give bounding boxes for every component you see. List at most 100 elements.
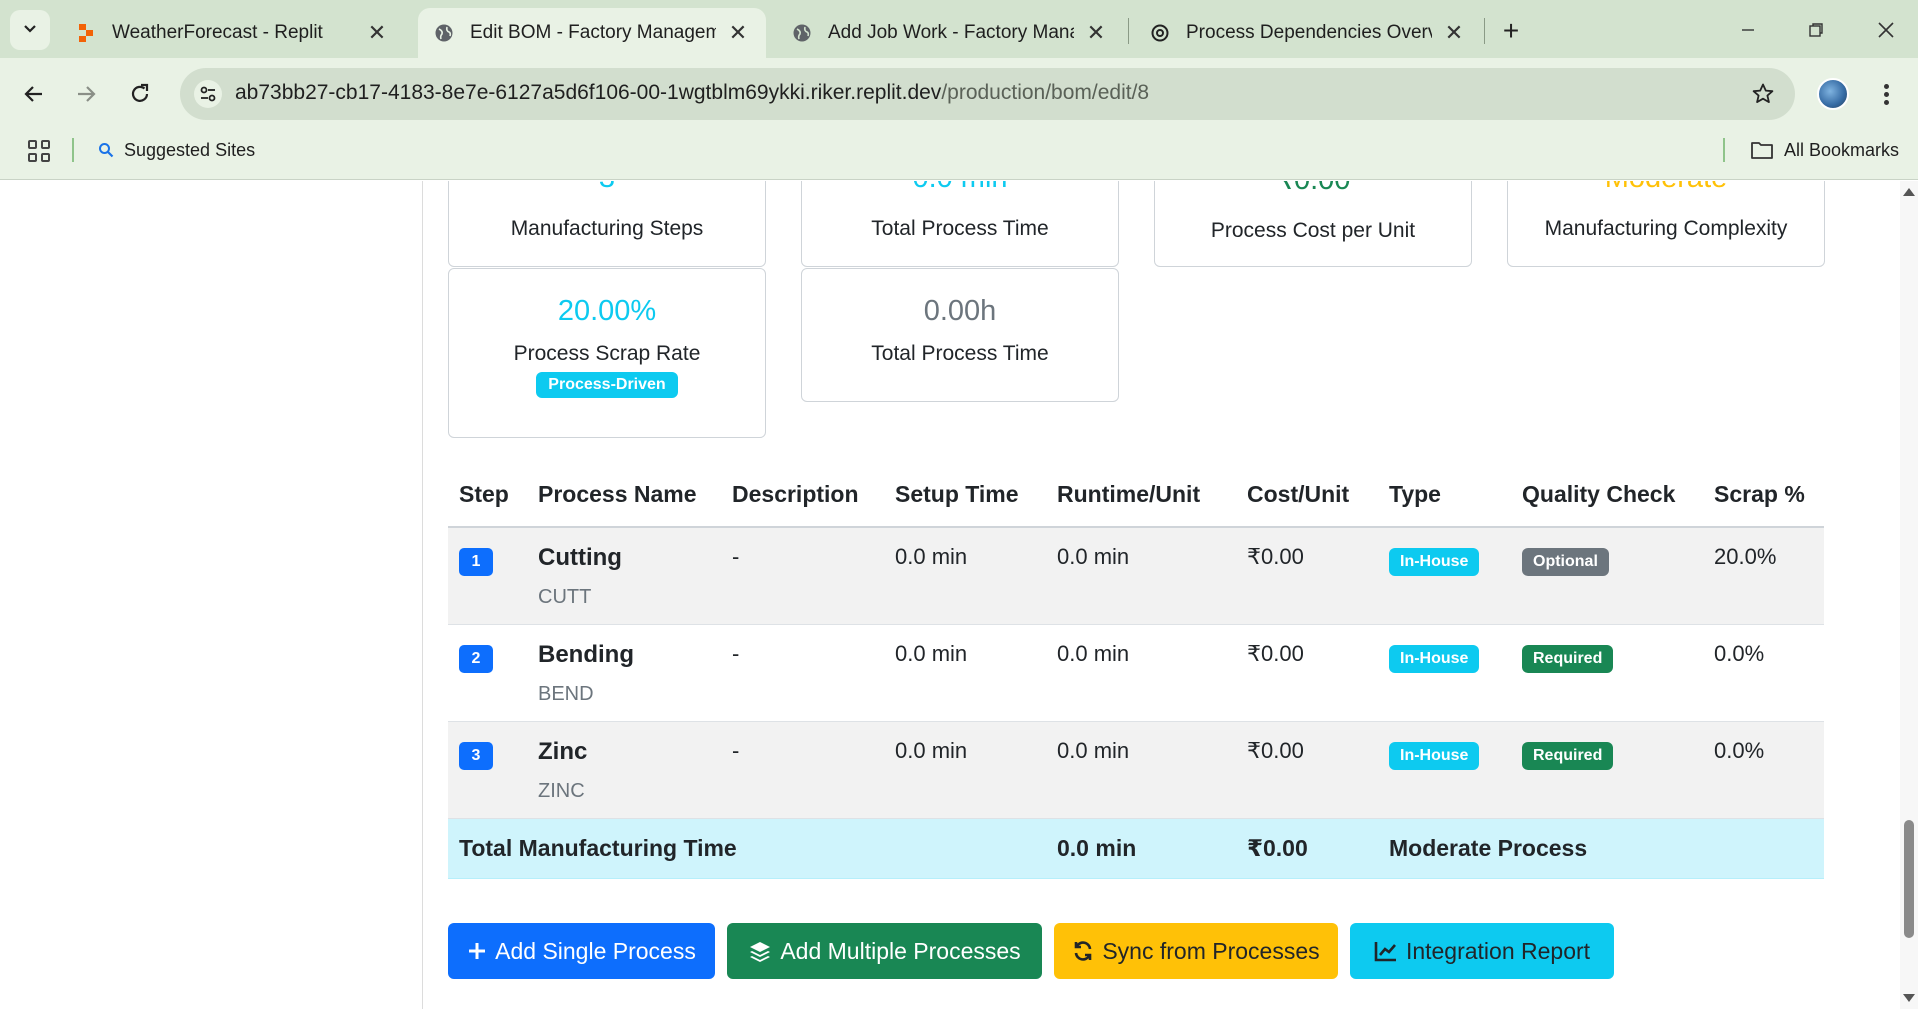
card-label: Manufacturing Steps <box>510 217 704 240</box>
col-type: Type <box>1378 463 1511 528</box>
card-label: Total Process Time <box>871 217 1049 240</box>
new-tab-plus-icon[interactable]: + <box>1494 14 1528 48</box>
total-label: Total Manufacturing Time <box>448 818 1046 879</box>
scrollbar-thumb[interactable] <box>1904 820 1914 938</box>
tab-title: Add Job Work - Factory Management <box>828 22 1074 43</box>
process-code: CUTT <box>538 586 592 608</box>
sync-from-processes-button[interactable]: Sync from Processes <box>1054 923 1338 979</box>
table-row: 3 Zinc ZINC - 0.0 min 0.0 min ₹0.00 In-Ho… <box>448 721 1824 819</box>
process-driven-badge: Process-Driven <box>536 372 678 398</box>
col-runtime-unit: Runtime/Unit <box>1046 463 1236 528</box>
step-number-badge: 3 <box>459 741 493 770</box>
tab-title: WeatherForecast - Replit <box>112 22 323 43</box>
scrap-percent: 0.0% <box>1703 624 1824 722</box>
cost-per-unit: ₹0.00 <box>1236 624 1378 722</box>
page-content: 3 Manufacturing Steps 0.0 min Total Proc… <box>0 181 1900 1009</box>
cost-per-unit: ₹0.00 <box>1236 527 1378 625</box>
card-label: Manufacturing Complexity <box>1544 217 1788 240</box>
total-runtime: 0.0 min <box>1046 818 1236 879</box>
more-menu-icon[interactable] <box>1876 78 1896 110</box>
process-name: Bending <box>538 640 634 668</box>
card-value: 20.00% <box>557 295 657 327</box>
tab-search-button[interactable] <box>10 10 50 50</box>
col-process-name: Process Name <box>527 463 721 528</box>
card-process-scrap-rate: 20.00% Process Scrap Rate Process-Driven <box>448 268 766 438</box>
minimize-icon[interactable] <box>1728 14 1768 46</box>
browser-toolbar: ab73bb27-cb17-4183-8e7e-6127a5d6f106-00-… <box>0 58 1918 132</box>
card-value: 0.00h <box>923 295 997 327</box>
tab-title: Edit BOM - Factory Management <box>470 22 716 43</box>
total-complexity: Moderate Process <box>1378 818 1824 879</box>
process-description: - <box>721 624 884 722</box>
url-text: ab73bb27-cb17-4183-8e7e-6127a5d6f106-00-… <box>235 81 1150 104</box>
card-manufacturing-complexity: Moderate Manufacturing Complexity <box>1507 181 1825 267</box>
add-multiple-processes-button[interactable]: Add Multiple Processes <box>727 923 1042 979</box>
address-bar[interactable]: ab73bb27-cb17-4183-8e7e-6127a5d6f106-00-… <box>180 68 1795 120</box>
sidebar-divider <box>422 181 423 1009</box>
bookmark-star-icon[interactable] <box>1749 80 1777 108</box>
type-badge: In-House <box>1389 741 1480 770</box>
replit-icon <box>76 23 96 43</box>
total-cost: ₹0.00 <box>1236 818 1378 879</box>
cost-per-unit: ₹0.00 <box>1236 721 1378 819</box>
card-label: Process Cost per Unit <box>1210 219 1416 242</box>
integration-report-button[interactable]: Integration Report <box>1350 923 1614 979</box>
card-label: Process Scrap Rate <box>513 342 701 365</box>
quality-check-badge: Optional <box>1522 548 1609 576</box>
close-icon[interactable]: ✕ <box>365 20 389 46</box>
bookmark-suggested-sites[interactable]: Suggested Sites <box>98 138 255 162</box>
chevron-down-icon <box>22 20 38 41</box>
card-value: ₹0.00 <box>1155 181 1471 197</box>
plus-icon <box>467 941 487 961</box>
line-chart-icon <box>1374 940 1398 962</box>
tab-process-dependencies[interactable]: Process Dependencies Overview ✕ <box>1134 8 1482 58</box>
globe-icon <box>434 23 454 43</box>
scroll-down-arrow-icon[interactable] <box>1903 994 1915 1002</box>
close-icon[interactable]: ✕ <box>1084 20 1108 46</box>
tab-add-job-work[interactable]: Add Job Work - Factory Management ✕ <box>776 8 1124 58</box>
card-total-process-hours: 0.00h Total Process Time <box>801 268 1119 402</box>
process-description: - <box>721 527 884 625</box>
step-number-badge: 2 <box>459 644 493 673</box>
table-row: 1 Cutting CUTT - 0.0 min 0.0 min ₹0.00 In… <box>448 527 1824 625</box>
bookmarks-bar <box>0 132 1918 180</box>
card-value: Moderate <box>1508 181 1824 195</box>
restore-icon[interactable] <box>1796 14 1836 46</box>
search-icon <box>98 142 114 158</box>
bookmark-all-bookmarks[interactable]: All Bookmarks <box>1750 138 1899 162</box>
tab-edit-bom[interactable]: Edit BOM - Factory Management ✕ <box>418 8 766 58</box>
tab-title: Process Dependencies Overview <box>1186 22 1432 43</box>
close-window-icon[interactable] <box>1866 14 1906 46</box>
type-badge: In-House <box>1389 644 1480 673</box>
type-badge: In-House <box>1389 548 1480 576</box>
col-description: Description <box>721 463 884 528</box>
scrap-percent: 0.0% <box>1703 721 1824 819</box>
add-single-process-button[interactable]: Add Single Process <box>448 923 715 979</box>
col-scrap: Scrap % <box>1703 463 1824 528</box>
reload-icon[interactable] <box>120 74 160 114</box>
table-header-row: Step Process Name Description Setup Time… <box>448 463 1824 528</box>
close-icon[interactable]: ✕ <box>726 20 750 46</box>
runtime-per-unit: 0.0 min <box>1046 721 1236 819</box>
folder-icon <box>1750 140 1774 160</box>
setup-time: 0.0 min <box>884 527 1046 625</box>
total-row: Total Manufacturing Time 0.0 min ₹0.00 M… <box>448 818 1824 879</box>
forward-arrow-icon[interactable] <box>66 74 106 114</box>
apps-grid-icon[interactable] <box>28 140 50 162</box>
table-row: 2 Bending BEND - 0.0 min 0.0 min ₹0.00 In… <box>448 624 1824 722</box>
card-label: Total Process Time <box>871 342 1049 365</box>
sync-icon <box>1072 940 1094 962</box>
col-setup-time: Setup Time <box>884 463 1046 528</box>
col-cost-unit: Cost/Unit <box>1236 463 1378 528</box>
tab-weatherforecast[interactable]: WeatherForecast - Replit ✕ <box>60 8 405 58</box>
close-icon[interactable]: ✕ <box>1442 20 1466 46</box>
back-arrow-icon[interactable] <box>14 74 54 114</box>
card-total-process-time: 0.0 min Total Process Time <box>801 181 1119 267</box>
process-table: Step Process Name Description Setup Time… <box>448 463 1824 879</box>
process-name: Zinc <box>538 737 588 765</box>
process-description: - <box>721 721 884 819</box>
scroll-up-arrow-icon[interactable] <box>1903 188 1915 196</box>
card-process-cost: ₹0.00 Process Cost per Unit <box>1154 181 1472 267</box>
profile-avatar[interactable] <box>1817 78 1849 110</box>
site-settings-icon[interactable] <box>194 80 222 108</box>
